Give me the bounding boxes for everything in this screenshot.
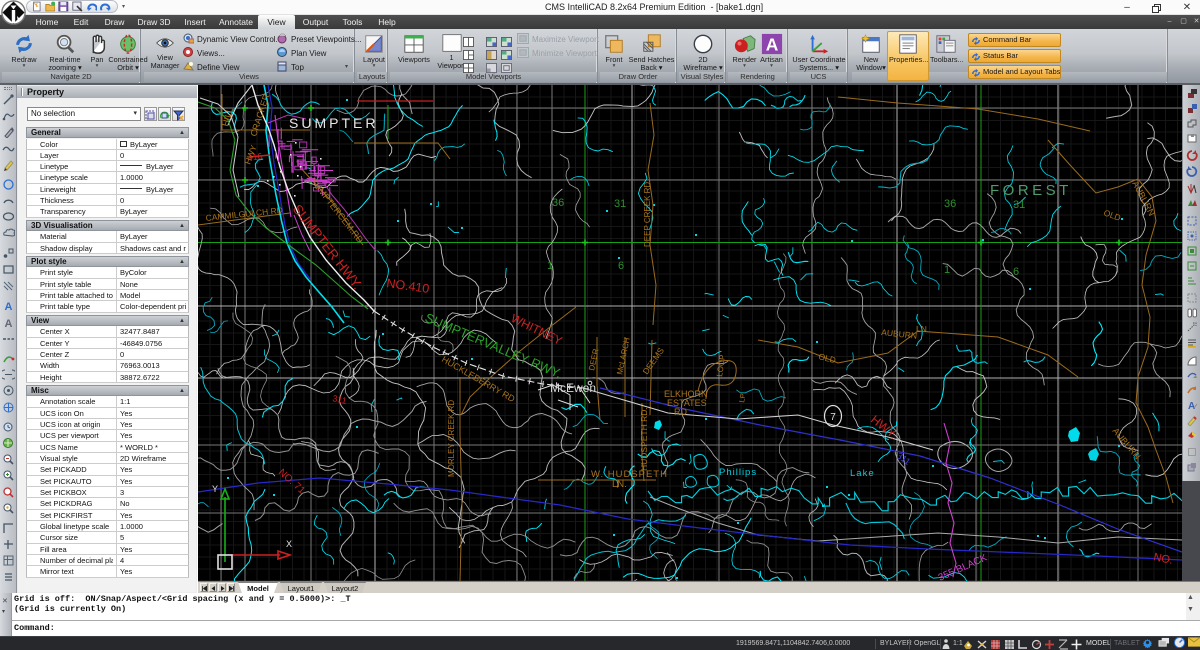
- svg-text:Y: Y: [212, 484, 218, 494]
- svg-text:A: A: [1188, 401, 1195, 411]
- svg-text:LN: LN: [916, 324, 927, 334]
- svg-text:RD: RD: [674, 407, 687, 417]
- svg-text:HUDSPETH RD.: HUDSPETH RD.: [639, 407, 649, 471]
- svg-text:31: 31: [1013, 199, 1025, 211]
- svg-text:1: 1: [547, 260, 553, 272]
- svg-text:DEEP CREEK RD.: DEEP CREEK RD.: [643, 180, 652, 247]
- svg-text:36: 36: [944, 198, 956, 210]
- svg-text:36: 36: [552, 197, 564, 209]
- svg-text:7: 7: [830, 412, 836, 423]
- svg-text:MORLEY CREEK RD: MORLEY CREEK RD: [447, 400, 456, 477]
- svg-text:A: A: [5, 301, 13, 312]
- svg-text:McEwen: McEwen: [550, 381, 596, 395]
- svg-text:FOREST: FOREST: [990, 182, 1072, 199]
- svg-text:LP: LP: [737, 393, 747, 404]
- svg-text:6: 6: [618, 260, 624, 272]
- svg-text:A: A: [765, 34, 778, 54]
- svg-text:W. HUDSPETH: W. HUDSPETH: [591, 469, 668, 480]
- svg-text:LN.: LN.: [612, 479, 627, 490]
- svg-text:Lake: Lake: [850, 468, 875, 479]
- svg-text:A: A: [5, 318, 13, 329]
- svg-text:6: 6: [1013, 266, 1019, 278]
- svg-text:Phillips: Phillips: [719, 467, 757, 478]
- svg-text:1: 1: [944, 264, 950, 276]
- svg-text:X: X: [286, 539, 292, 549]
- svg-text:31: 31: [614, 198, 626, 210]
- svg-text:SUMPTER: SUMPTER: [289, 115, 378, 131]
